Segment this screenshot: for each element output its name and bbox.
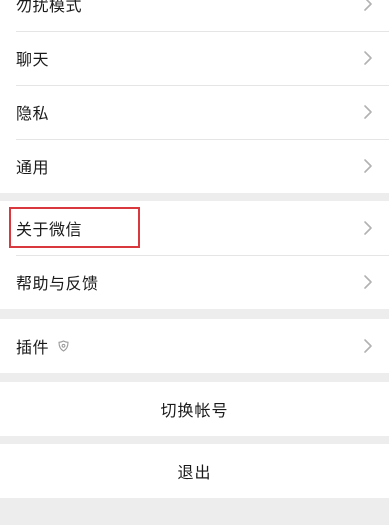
- settings-item-help-feedback[interactable]: 帮助与反馈: [0, 255, 389, 309]
- settings-item-label: 勿扰模式: [16, 0, 83, 15]
- settings-group-plugins: 插件: [0, 319, 389, 373]
- settings-item-label: 帮助与反馈: [16, 274, 99, 293]
- chevron-right-icon: [364, 0, 372, 11]
- settings-item-about-wechat[interactable]: 关于微信: [0, 201, 389, 255]
- chevron-right-icon: [364, 159, 372, 173]
- settings-screen: 勿扰模式 聊天 隐私 通用 关于微信 帮助与反馈 插件 切换帐号 退出: [0, 0, 389, 525]
- settings-item-label: 聊天: [16, 50, 50, 69]
- settings-item-chat[interactable]: 聊天: [0, 31, 389, 85]
- chevron-right-icon: [364, 105, 372, 119]
- plugin-shield-icon: [58, 340, 69, 352]
- settings-item-do-not-disturb[interactable]: 勿扰模式: [0, 0, 389, 31]
- logout-label: 退出: [177, 463, 212, 482]
- settings-item-label: 通用: [16, 158, 50, 177]
- switch-account-button[interactable]: 切换帐号: [0, 382, 389, 436]
- settings-item-label: 隐私: [16, 104, 50, 123]
- logout-button[interactable]: 退出: [0, 444, 389, 498]
- settings-item-label: 关于微信: [16, 220, 83, 239]
- chevron-right-icon: [364, 221, 372, 235]
- settings-item-general[interactable]: 通用: [0, 139, 389, 193]
- settings-group-general: 勿扰模式 聊天 隐私 通用: [0, 0, 389, 193]
- chevron-right-icon: [364, 275, 372, 289]
- chevron-right-icon: [364, 51, 372, 65]
- switch-account-label: 切换帐号: [160, 401, 229, 420]
- settings-group-about: 关于微信 帮助与反馈: [0, 201, 389, 309]
- settings-item-privacy[interactable]: 隐私: [0, 85, 389, 139]
- settings-item-plugins[interactable]: 插件: [0, 319, 389, 373]
- settings-item-label: 插件: [16, 338, 50, 357]
- chevron-right-icon: [364, 339, 372, 353]
